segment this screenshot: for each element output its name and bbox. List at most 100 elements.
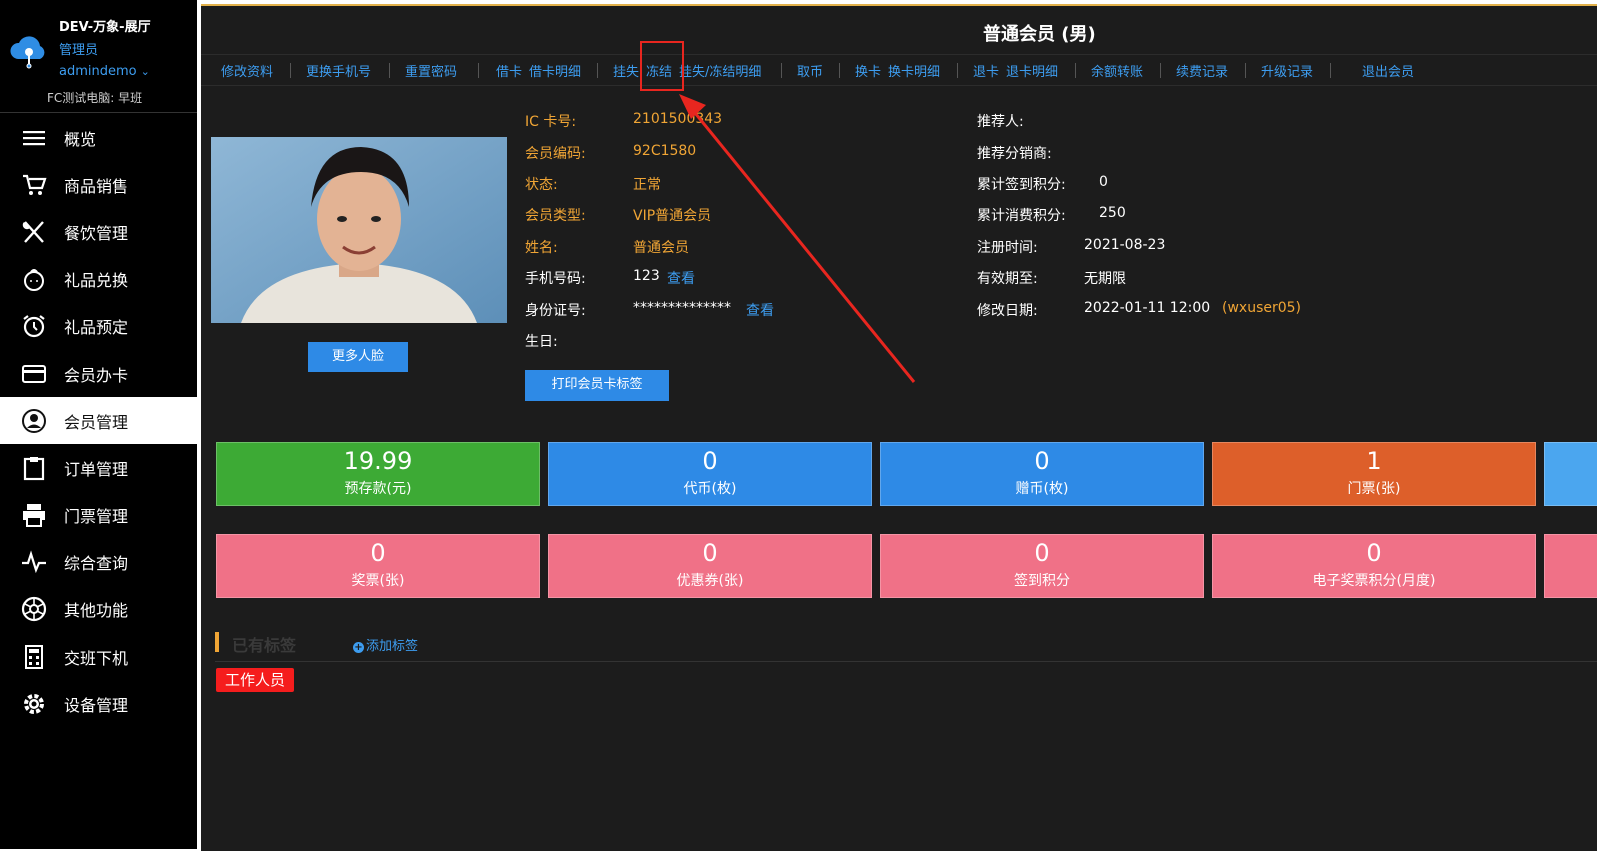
member-detail-panel: 普通会员 (男) 修改资料 更换手机号 重置密码 借卡 借卡明细 挂失 冻结 挂… [201,4,1597,851]
modified-by-value: (wxuser05) [1222,300,1302,316]
register-time-value: 2021-08-23 [1084,237,1166,253]
sidebar-item-sales[interactable]: 商品销售 [0,161,197,208]
divider [839,63,840,78]
edit-profile-link[interactable]: 修改资料 [221,61,273,80]
divider [1330,63,1331,78]
tile-value: 0 [702,447,718,475]
divider [597,63,598,78]
printer-icon [21,502,47,528]
register-time-label: 注册时间: [977,240,1038,256]
balance-tile[interactable]: 19.99 预存款(元) [216,442,540,506]
more-faces-button[interactable]: 更多人脸 [308,342,408,372]
username: admindemo [59,64,137,79]
divider [1245,63,1246,78]
sidebar-item-overview[interactable]: 概览 [0,114,197,161]
modified-date-label: 修改日期: [977,303,1038,319]
replace-card-detail-link[interactable]: 换卡明细 [888,61,940,80]
sidebar-item-gift-reserve[interactable]: 礼品预定 [0,303,197,350]
report-loss-link[interactable]: 挂失 [613,61,639,80]
distributor-label: 推荐分销商: [977,146,1052,162]
action-toolbar: 修改资料 更换手机号 重置密码 借卡 借卡明细 挂失 冻结 挂失/冻结明细 取币… [201,54,1597,86]
sidebar-item-tickets[interactable]: 门票管理 [0,492,197,539]
sidebar-item-label: 门票管理 [64,507,129,527]
renewal-record-link[interactable]: 续费记录 [1176,61,1228,80]
tile-value: 0 [370,539,386,567]
member-type-value: VIP普通会员 [633,208,712,224]
sidebar-item-devices[interactable]: 设备管理 [0,680,197,727]
sidebar-item-member-card[interactable]: 会员办卡 [0,350,197,397]
brand-header: DEV-万象-展厅 管理员 admindemo ⌄ FC测试电脑: 早班 [0,0,197,113]
sidebar-item-shift-handover[interactable]: 交班下机 [0,633,197,680]
brand-title: DEV-万象-展厅 [59,20,151,35]
divider [781,63,782,78]
member-photo [211,137,507,323]
bonus-coin-tile[interactable]: 0 赠币(枚) [880,442,1204,506]
user-circle-icon [21,408,47,434]
aperture-icon [21,596,47,622]
sidebar-item-other[interactable]: 其他功能 [0,586,197,633]
sidebar-item-label: 会员管理 [64,412,129,432]
change-phone-link[interactable]: 更换手机号 [306,61,371,80]
tile-value: 0 [1366,539,1382,567]
gift-icon [21,266,47,292]
user-dropdown[interactable]: admindemo ⌄ [59,64,150,79]
return-card-link[interactable]: 退卡 [973,61,999,80]
annotation-arrow-icon [679,94,916,383]
tile-label: 签到积分 [1014,573,1070,589]
replace-card-link[interactable]: 换卡 [855,61,881,80]
sidebar-item-member-management[interactable]: 会员管理 [0,397,197,445]
divider [290,63,291,78]
calculator-icon [21,644,47,670]
ic-card-label: IC 卡号: [525,114,577,130]
borrow-card-link[interactable]: 借卡 [496,61,522,80]
shift-info: FC测试电脑: 早班 [47,91,143,105]
ticket-tile[interactable]: 1 门票(张) [1212,442,1536,506]
modified-date-value: 2022-01-11 12:00 [1084,300,1211,316]
signin-points-tile[interactable]: 0 签到积分 [880,534,1204,598]
tile-value: 0 [702,539,718,567]
tag-chip[interactable]: 工作人员 [216,668,295,692]
ic-card-value: 2101500343 [633,111,723,127]
member-type-label: 会员类型: [525,208,586,224]
print-card-label-button[interactable]: 打印会员卡标签 [525,370,669,401]
divider [1075,63,1076,78]
withdraw-coins-link[interactable]: 取币 [797,61,823,80]
tile-partial [1544,534,1597,598]
coupon-tile[interactable]: 0 优惠券(张) [548,534,872,598]
sidebar-item-gift-exchange[interactable]: 礼品兑换 [0,256,197,303]
loss-freeze-detail-link[interactable]: 挂失/冻结明细 [679,61,761,80]
return-card-detail-link[interactable]: 退卡明细 [1006,61,1058,80]
tile-label: 优惠券(张) [676,573,744,589]
tile-label: 代币(枚) [683,481,737,497]
tile-label: 预存款(元) [344,481,412,497]
view-id-link[interactable]: 查看 [746,300,774,320]
add-tag-button[interactable]: + 添加标签 [353,635,418,654]
plus-circle-icon: + [353,642,364,653]
alarm-clock-icon [21,313,47,339]
id-number-value: ************** [633,300,731,316]
card-icon [21,361,47,387]
sidebar-item-dining[interactable]: 餐饮管理 [0,208,197,255]
sidebar-item-label: 设备管理 [64,695,129,715]
exit-member-link[interactable]: 退出会员 [1362,61,1414,80]
status-value: 正常 [633,177,661,193]
valid-until-value: 无期限 [1084,271,1126,287]
sidebar-item-query[interactable]: 综合查询 [0,539,197,586]
token-tile[interactable]: 0 代币(枚) [548,442,872,506]
tile-value: 0 [1034,447,1050,475]
balance-transfer-link[interactable]: 余额转账 [1091,61,1143,80]
e-ticket-points-tile[interactable]: 0 电子奖票积分(月度) [1212,534,1536,598]
view-phone-link[interactable]: 查看 [667,268,695,288]
borrow-card-detail-link[interactable]: 借卡明细 [529,61,581,80]
upgrade-record-link[interactable]: 升级记录 [1261,61,1313,80]
sidebar-menu: 概览 商品销售 餐饮管理 礼品兑换 礼品预定 会员办卡 会员管理 订单管理 门票… [0,114,197,727]
chevron-down-icon: ⌄ [140,65,150,78]
sidebar-item-orders[interactable]: 订单管理 [0,444,197,491]
lottery-ticket-tile[interactable]: 0 奖票(张) [216,534,540,598]
cart-icon [21,172,47,198]
gear-icon [21,691,47,717]
reset-password-link[interactable]: 重置密码 [405,61,457,80]
sidebar-item-label: 礼品预定 [64,318,129,338]
divider [1160,63,1161,78]
member-code-value: 92C1580 [633,143,697,159]
